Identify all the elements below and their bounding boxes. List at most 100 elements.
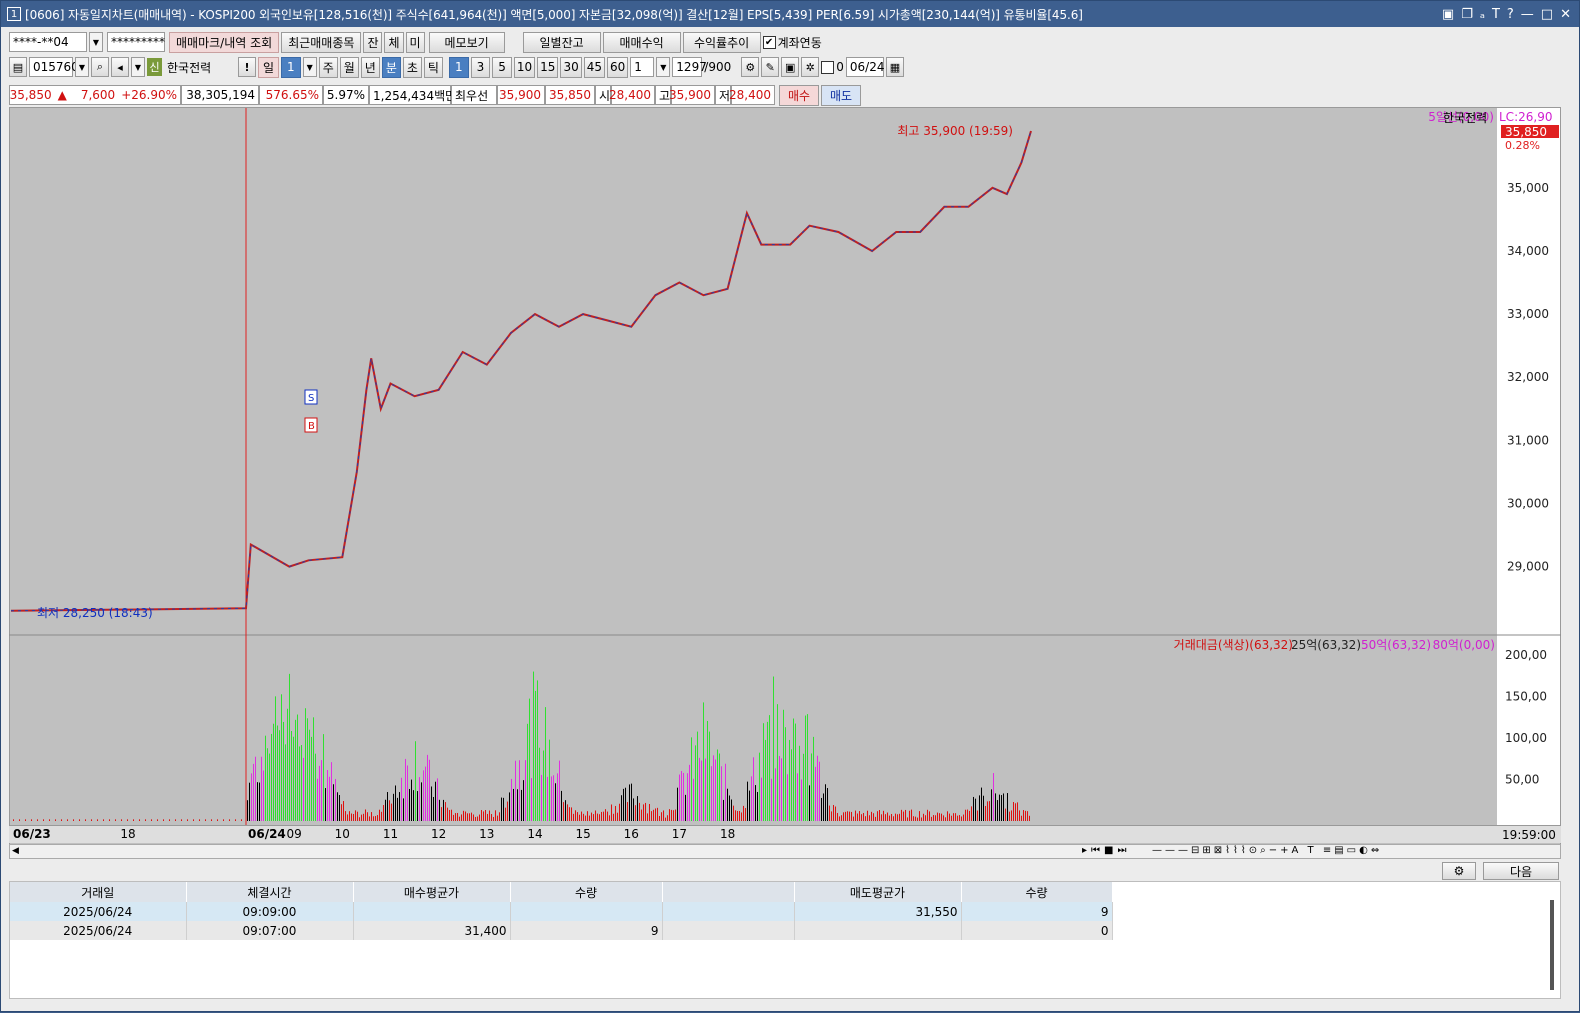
chevron-down-icon[interactable]: ▼: [75, 57, 89, 77]
count-max: /900: [704, 60, 732, 74]
help-icon[interactable]: ?: [1507, 7, 1514, 22]
period-month-button[interactable]: 월: [339, 56, 359, 78]
trade-amount: 1,254,434백만: [369, 85, 456, 105]
interval-10-button[interactable]: 10: [513, 56, 536, 78]
cell-sell-avg: 31,550: [794, 902, 962, 921]
profit-rate-button[interactable]: 수익률추이: [682, 31, 761, 53]
stock-name: 한국전력: [167, 60, 212, 75]
cell-time: 09:07:00: [186, 921, 354, 940]
speaker-icon[interactable]: ◂: [111, 57, 129, 77]
toolbar-chart: ▤ 015760 ▼ ⌕ ◂ ▼ 신 한국전력 ! 일 1 ▼ 주 월 년 분 …: [9, 56, 904, 78]
pending-button[interactable]: 미: [405, 31, 425, 53]
chart-panel[interactable]: [9, 107, 1561, 859]
chevron-down-icon[interactable]: ▼: [131, 57, 145, 77]
search-icon[interactable]: ⌕: [91, 57, 109, 77]
password-input[interactable]: *********: [107, 32, 165, 52]
pin-icon[interactable]: ₐ: [1480, 7, 1485, 22]
period-select[interactable]: 1: [281, 56, 301, 78]
close-icon[interactable]: ✕: [1560, 7, 1571, 22]
account-input[interactable]: ****-**04: [9, 32, 87, 52]
interval-1-button[interactable]: 1: [448, 56, 469, 78]
checkbox-checked-icon[interactable]: ✔: [762, 35, 776, 49]
chevron-down-icon[interactable]: ▼: [656, 57, 671, 77]
table-header: 거래일 체결시간 매수평균가 수량 매도평균가 수량: [10, 882, 1113, 902]
scroll-left-icon[interactable]: ◀: [12, 846, 19, 856]
turnover-rate: 5.97%: [323, 85, 369, 105]
period-tick-button[interactable]: 틱: [423, 56, 443, 78]
header-buy-qty[interactable]: 수량: [510, 882, 663, 902]
interval-15-button[interactable]: 15: [537, 56, 559, 78]
cell-buy-avg: [353, 902, 511, 921]
indicator-icon[interactable]: ⚙: [741, 57, 760, 77]
maximize-icon[interactable]: □: [1541, 7, 1553, 22]
window-title: [0606] 자동일지차트(매매내역) - KOSPI200 외국인보유[128…: [25, 7, 1083, 22]
account-link-checkbox[interactable]: ✔ 계좌연동: [762, 34, 822, 51]
window-icon[interactable]: ▤: [9, 57, 27, 77]
playback-controls[interactable]: ▸⏮■⏭: [1082, 845, 1130, 856]
minimize-icon[interactable]: —: [1521, 7, 1534, 22]
recent-items-button[interactable]: 최근매매종목: [281, 31, 362, 53]
best-label: 최우선: [451, 85, 497, 105]
gear-icon: ⚙: [1453, 864, 1465, 878]
buy-button[interactable]: 매수: [779, 84, 819, 106]
chart-scrollbar[interactable]: ◀ ▸⏮■⏭ ———⊟⊞⊠⌇⌇⌇⊙⌕−+A T ≡▤▭◐⇔: [9, 844, 1561, 859]
period-second-button[interactable]: 초: [402, 56, 422, 78]
interval-3-button[interactable]: 3: [470, 56, 491, 78]
interval-30-button[interactable]: 30: [560, 56, 582, 78]
header-date[interactable]: 거래일: [10, 882, 187, 902]
table-row[interactable]: 2025/06/24 09:09:00 31,550 9: [10, 902, 1113, 921]
code-input[interactable]: 015760: [29, 57, 79, 77]
link-icon[interactable]: ▣: [1442, 7, 1454, 22]
header-sell-avg[interactable]: 매도평균가: [794, 882, 962, 902]
count-input[interactable]: 1297: [672, 57, 707, 77]
chevron-down-icon[interactable]: ▼: [302, 57, 317, 77]
interval-5-button[interactable]: 5: [492, 56, 512, 78]
sell-button[interactable]: 매도: [821, 84, 861, 106]
best-ask: 35,900: [497, 85, 545, 105]
cell-buy-qty: [510, 902, 663, 921]
settings-button[interactable]: ⚙: [1442, 862, 1476, 880]
trade-profit-button[interactable]: 매매수익: [602, 31, 681, 53]
daily-balance-button[interactable]: 일별잔고: [522, 31, 601, 53]
time-tick-label: 14: [527, 827, 543, 841]
save-icon[interactable]: ▣: [781, 57, 800, 77]
trade-table: 거래일 체결시간 매수평균가 수량 매도평균가 수량 2025/06/24 09…: [9, 881, 1561, 999]
interval-60-button[interactable]: 60: [607, 56, 629, 78]
draw-icon[interactable]: ✎: [761, 57, 780, 77]
period-day-button[interactable]: 일: [258, 56, 280, 78]
time-tick-label: 11: [382, 827, 399, 841]
next-button[interactable]: 다음: [1483, 862, 1559, 880]
gear-icon[interactable]: ✲: [801, 57, 820, 77]
header-sell-qty[interactable]: 수량: [961, 882, 1113, 902]
header-time[interactable]: 체결시간: [186, 882, 354, 902]
cell-buy-qty: 9: [510, 921, 663, 940]
header-buy-avg[interactable]: 매수평균가: [353, 882, 511, 902]
mark-query-button[interactable]: 매매마크/내역 조회: [169, 31, 280, 53]
account-link-label: 계좌연동: [777, 35, 822, 50]
period-minute-button[interactable]: 분: [381, 56, 401, 78]
price-box: 35,850 ▲ 7,600 +26.90%: [9, 85, 181, 105]
calendar-icon[interactable]: ▦: [885, 57, 904, 77]
alert-button[interactable]: !: [238, 57, 256, 77]
header-blank[interactable]: [662, 882, 795, 902]
font-icon[interactable]: T: [1492, 7, 1500, 22]
period-year-button[interactable]: 년: [360, 56, 380, 78]
table-row[interactable]: 2025/06/24 09:07:00 31,400 9 0: [10, 921, 1113, 940]
memo-button[interactable]: 메모보기: [428, 31, 505, 53]
table-scrollbar[interactable]: [1550, 900, 1554, 990]
main-window: 1 [0606] 자동일지차트(매매내역) - KOSPI200 외국인보유[1…: [0, 0, 1580, 1012]
executed-button[interactable]: 체: [384, 31, 404, 53]
price-change: 7,600: [80, 88, 116, 102]
window-number: 1: [7, 7, 21, 21]
date-input[interactable]: 06/24: [845, 57, 884, 77]
restore-icon[interactable]: ❐: [1461, 7, 1473, 22]
time-tick-label: 10: [334, 827, 350, 841]
chevron-down-icon[interactable]: ▼: [89, 32, 103, 52]
interval-45-button[interactable]: 45: [583, 56, 606, 78]
title-bar: 1 [0606] 자동일지차트(매매내역) - KOSPI200 외국인보유[1…: [1, 1, 1579, 27]
balance-button[interactable]: 잔: [363, 31, 383, 53]
chart-tools-icon[interactable]: ———⊟⊞⊠⌇⌇⌇⊙⌕−+A T ≡▤▭◐⇔: [1152, 845, 1382, 856]
interval-input[interactable]: 1: [630, 57, 655, 77]
zero-checkbox[interactable]: [821, 60, 835, 74]
period-week-button[interactable]: 주: [318, 56, 338, 78]
